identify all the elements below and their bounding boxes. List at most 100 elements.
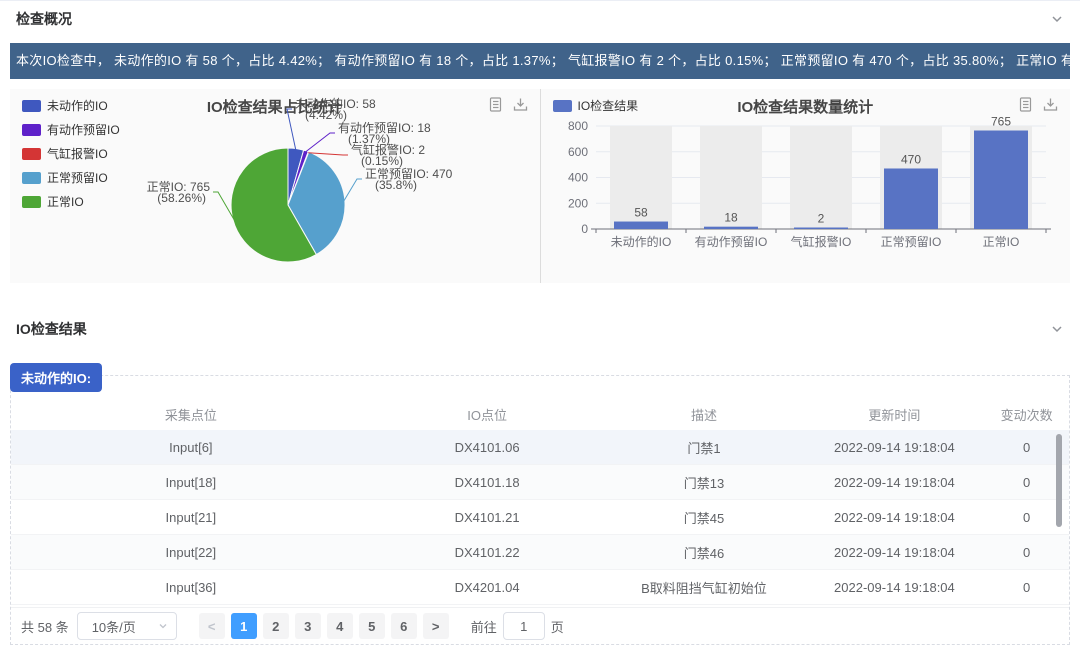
overview-title: 检查概况: [16, 9, 72, 29]
page-button-3[interactable]: 3: [295, 613, 321, 639]
table-cell: 2022-09-14 19:18:04: [804, 510, 984, 525]
pie-chart-panel: 未动作的IO有动作预留IO气缸报警IO正常预留IO正常IO IO检查结果占比统计…: [10, 89, 540, 283]
summary-banner: 本次IO检查中， 未动作的IO 有 58 个，占比 4.42%； 有动作预留IO…: [10, 43, 1070, 79]
pie-label-percent: (0.15%): [361, 154, 403, 168]
table-cell: DX4201.04: [371, 580, 604, 595]
table-header-cell: 采集点位: [11, 405, 371, 424]
pie-chart-legend: 未动作的IO 有动作预留IO 气缸报警IO 正常预留IO 正常IO: [22, 97, 120, 210]
bar-chart-legend: IO检查结果: [553, 97, 639, 114]
legend-swatch: [553, 100, 572, 112]
pie-label-line: [344, 179, 362, 201]
legend-label: 正常IO: [47, 193, 84, 210]
table-cell: B取料阻挡气缸初始位: [603, 578, 804, 597]
table-cell: 门禁45: [603, 508, 804, 527]
table-header-row: 采集点位IO点位描述更新时间变动次数: [11, 398, 1069, 430]
charts-row: 未动作的IO有动作预留IO气缸报警IO正常预留IO正常IO IO检查结果占比统计…: [10, 89, 1070, 283]
table-row[interactable]: Input[18]DX4101.18门禁132022-09-14 19:18:0…: [11, 465, 1069, 500]
page-button-5[interactable]: 5: [359, 613, 385, 639]
legend-label: IO检查结果: [578, 97, 639, 114]
x-axis-label: 未动作的IO: [610, 234, 671, 249]
bar-value-label: 2: [817, 212, 824, 226]
bar-value-label: 58: [634, 206, 648, 220]
bar-1[interactable]: [704, 227, 758, 229]
table-cell: 2022-09-14 19:18:04: [804, 580, 984, 595]
table-cell: 2022-09-14 19:18:04: [804, 545, 984, 560]
page: 检查概况 本次IO检查中， 未动作的IO 有 58 个，占比 4.42%； 有动…: [0, 0, 1080, 646]
results-table: 采集点位IO点位描述更新时间变动次数 Input[6]DX4101.06门禁12…: [11, 398, 1069, 605]
table-header-cell: 更新时间: [804, 405, 984, 424]
goto-label: 前往: [471, 617, 497, 636]
table-body: Input[6]DX4101.06门禁12022-09-14 19:18:040…: [11, 430, 1069, 605]
table-cell: DX4101.22: [371, 545, 604, 560]
table-cell: 门禁46: [603, 543, 804, 562]
goto-page-input[interactable]: [503, 612, 545, 640]
pager: <123456>: [199, 613, 449, 639]
table-cell: 门禁13: [603, 473, 804, 492]
table-cell: Input[6]: [11, 440, 371, 455]
total-count: 共 58 条: [21, 617, 69, 636]
table-cell: Input[36]: [11, 580, 371, 595]
bar-value-label: 470: [900, 152, 920, 166]
legend-item-3[interactable]: 正常预留IO: [22, 169, 120, 186]
legend-label: 气缸报警IO: [47, 145, 108, 162]
y-tick-label: 200: [567, 196, 587, 210]
chevron-down-icon[interactable]: [1050, 12, 1064, 26]
pagination: 共 58 条 10条/页 <123456> 前往 页: [11, 607, 1069, 644]
bar-0[interactable]: [614, 222, 668, 229]
table-row[interactable]: Input[21]DX4101.21门禁452022-09-14 19:18:0…: [11, 500, 1069, 535]
page-size-value: 10条/页: [92, 617, 136, 636]
category-badge[interactable]: 未动作的IO:: [10, 363, 102, 392]
table-cell: DX4101.06: [371, 440, 604, 455]
legend-item-4[interactable]: 正常IO: [22, 193, 120, 210]
prev-page-button[interactable]: <: [199, 613, 225, 639]
legend-swatch: [22, 196, 41, 208]
bar-value-label: 765: [990, 115, 1010, 129]
x-axis-label: 正常预留IO: [880, 235, 941, 249]
page-button-4[interactable]: 4: [327, 613, 353, 639]
table-cell: 门禁1: [603, 438, 804, 457]
page-button-6[interactable]: 6: [391, 613, 417, 639]
table-cell: Input[21]: [11, 510, 371, 525]
bar-3[interactable]: [884, 168, 938, 229]
bar-4[interactable]: [974, 131, 1028, 229]
pie-label-line: [287, 109, 296, 150]
legend-swatch: [22, 124, 41, 136]
legend-swatch: [22, 172, 41, 184]
bar-2[interactable]: [794, 228, 848, 230]
legend-item-series[interactable]: IO检查结果: [553, 97, 639, 114]
next-page-button[interactable]: >: [423, 613, 449, 639]
y-tick-label: 800: [567, 119, 587, 133]
y-tick-label: 600: [567, 145, 587, 159]
pie-label-percent: (58.26%): [157, 191, 206, 205]
chevron-down-icon: [158, 621, 168, 631]
goto-suffix: 页: [551, 617, 564, 636]
page-button-2[interactable]: 2: [263, 613, 289, 639]
page-button-1[interactable]: 1: [231, 613, 257, 639]
table-cell: 2022-09-14 19:18:04: [804, 475, 984, 490]
legend-label: 未动作的IO: [47, 97, 108, 114]
table-cell: Input[18]: [11, 475, 371, 490]
x-axis-label: 有动作预留IO: [694, 235, 767, 249]
overview-section-header: 检查概况: [0, 1, 1080, 37]
results-section-header: IO检查结果: [0, 311, 1080, 347]
legend-label: 正常预留IO: [47, 169, 108, 186]
table-cell: 0: [984, 545, 1069, 560]
legend-swatch: [22, 148, 41, 160]
bar-chart[interactable]: 020040060080058未动作的IO18有动作预留IO2气缸报警IO470…: [541, 89, 1068, 283]
chevron-down-icon[interactable]: [1050, 322, 1064, 336]
table-header-cell: 描述: [603, 405, 804, 424]
table-row[interactable]: Input[22]DX4101.22门禁462022-09-14 19:18:0…: [11, 535, 1069, 570]
vertical-scrollbar[interactable]: [1056, 434, 1062, 527]
legend-item-1[interactable]: 有动作预留IO: [22, 121, 120, 138]
results-title: IO检查结果: [16, 319, 87, 339]
table-cell: 2022-09-14 19:18:04: [804, 440, 984, 455]
bar-chart-panel: IO检查结果 IO检查结果数量统计 020040060080058未动作的IO1…: [541, 89, 1071, 283]
legend-label: 有动作预留IO: [47, 121, 120, 138]
page-size-select[interactable]: 10条/页: [77, 612, 177, 640]
table-row[interactable]: Input[6]DX4101.06门禁12022-09-14 19:18:040: [11, 430, 1069, 465]
pie-label-percent: (4.42%): [305, 108, 347, 122]
table-row[interactable]: Input[36]DX4201.04B取料阻挡气缸初始位2022-09-14 1…: [11, 570, 1069, 605]
legend-item-0[interactable]: 未动作的IO: [22, 97, 120, 114]
table-cell: 0: [984, 580, 1069, 595]
legend-item-2[interactable]: 气缸报警IO: [22, 145, 120, 162]
